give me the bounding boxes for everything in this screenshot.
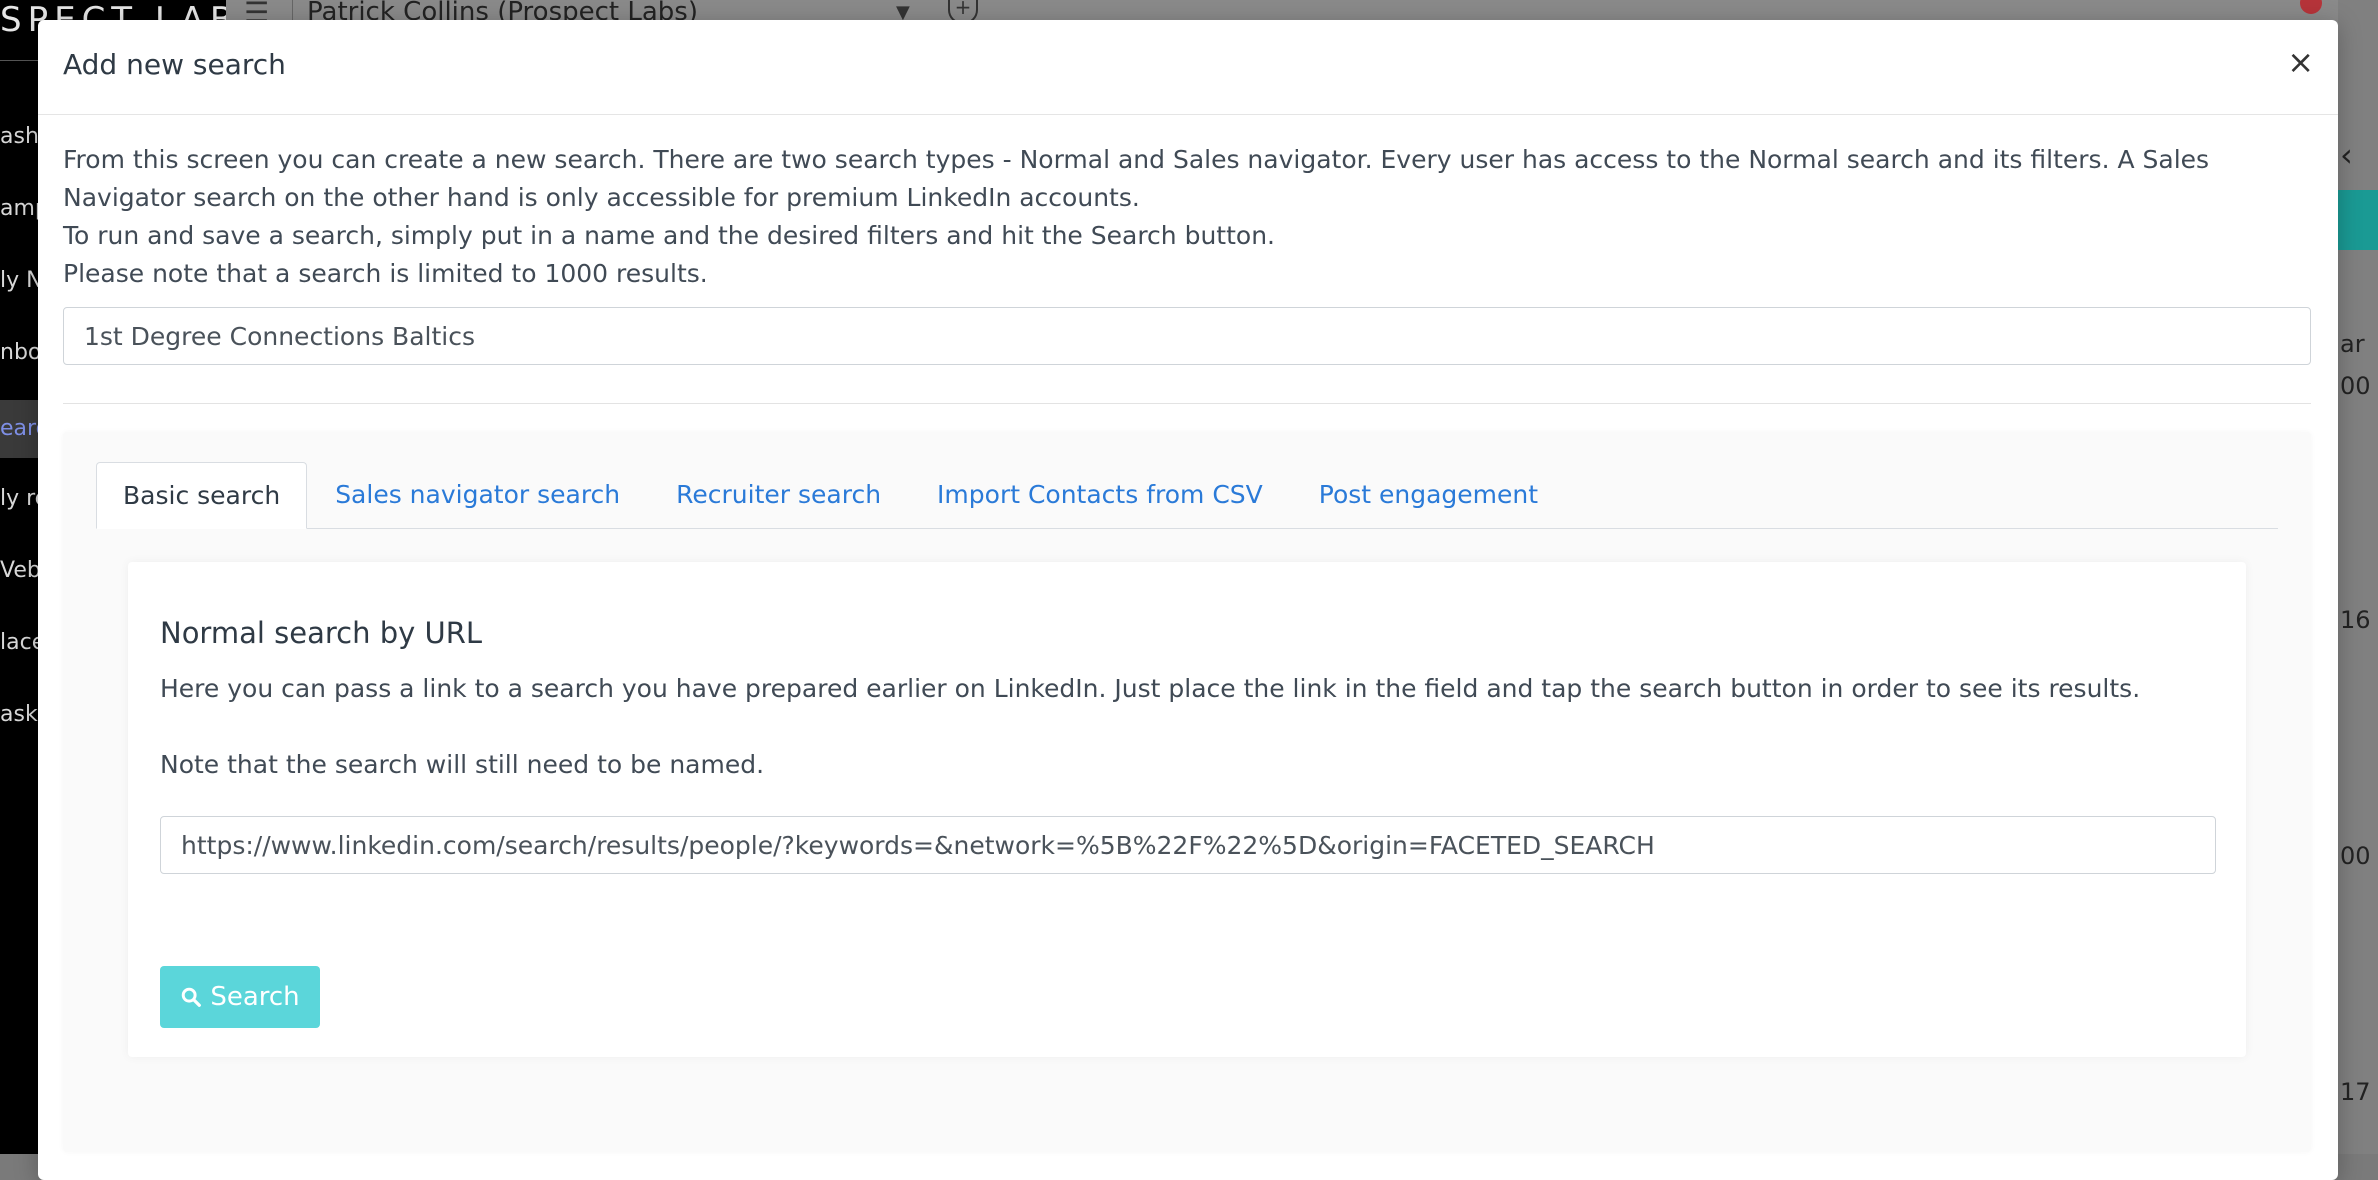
sidebar-item-my-network[interactable]: ly N	[0, 268, 40, 293]
tab-basic-search[interactable]: Basic search	[96, 462, 308, 529]
divider	[63, 403, 2311, 404]
tab-import-contacts-csv[interactable]: Import Contacts from CSV	[909, 462, 1291, 528]
background-text: ar	[2340, 330, 2365, 358]
sidebar-item-inbox[interactable]: nbox	[0, 340, 40, 365]
tab-recruiter-search[interactable]: Recruiter search	[648, 462, 909, 528]
sidebar-item-webhooks[interactable]: Veb	[0, 558, 40, 583]
search-button[interactable]: Search	[160, 966, 320, 1028]
intro-line: From this screen you can create a new se…	[63, 145, 2210, 174]
search-icon	[182, 987, 202, 1007]
card-note: Note that the search will still need to …	[160, 750, 765, 779]
background-teal-bar	[2338, 190, 2378, 250]
tab-sales-navigator-search[interactable]: Sales navigator search	[307, 462, 648, 528]
background-text: 00	[2340, 842, 2371, 870]
intro-line: Navigator search on the other hand is on…	[63, 183, 1140, 212]
intro-line: Please note that a search is limited to …	[63, 259, 708, 288]
modal-header: Add new search ×	[38, 20, 2338, 115]
card-title: Normal search by URL	[160, 616, 483, 650]
sidebar-item-dashboard[interactable]: ash	[0, 124, 40, 149]
sidebar-item-search[interactable]: earc	[0, 400, 40, 458]
background-text: 00	[2340, 372, 2371, 400]
chevron-left-icon[interactable]: ‹	[2340, 136, 2353, 174]
search-panel: Basic search Sales navigator search Recr…	[63, 432, 2311, 1152]
add-search-modal: Add new search × From this screen you ca…	[38, 20, 2338, 1180]
modal-title: Add new search	[63, 48, 286, 81]
background-text: 17	[2340, 1078, 2371, 1106]
normal-search-card: Normal search by URL Here you can pass a…	[128, 562, 2246, 1057]
tab-post-engagement[interactable]: Post engagement	[1291, 462, 1566, 528]
intro-text: From this screen you can create a new se…	[63, 141, 2313, 293]
search-name-input[interactable]	[63, 307, 2311, 365]
modal-body: From this screen you can create a new se…	[38, 115, 2338, 1152]
sidebar-item-my-requests[interactable]: ly re	[0, 486, 40, 511]
intro-line: To run and save a search, simply put in …	[63, 221, 1275, 250]
search-url-input[interactable]	[160, 816, 2216, 874]
card-description: Here you can pass a link to a search you…	[160, 674, 2141, 703]
close-icon[interactable]: ×	[2287, 46, 2314, 78]
search-type-tabs: Basic search Sales navigator search Recr…	[96, 462, 2278, 529]
sidebar-item-campaigns[interactable]: amp	[0, 196, 40, 221]
background-text: 16	[2340, 606, 2371, 634]
sidebar-item-tasks[interactable]: asks	[0, 702, 40, 727]
search-button-label: Search	[210, 982, 300, 1012]
sidebar-item-placeholders[interactable]: lace	[0, 630, 40, 655]
